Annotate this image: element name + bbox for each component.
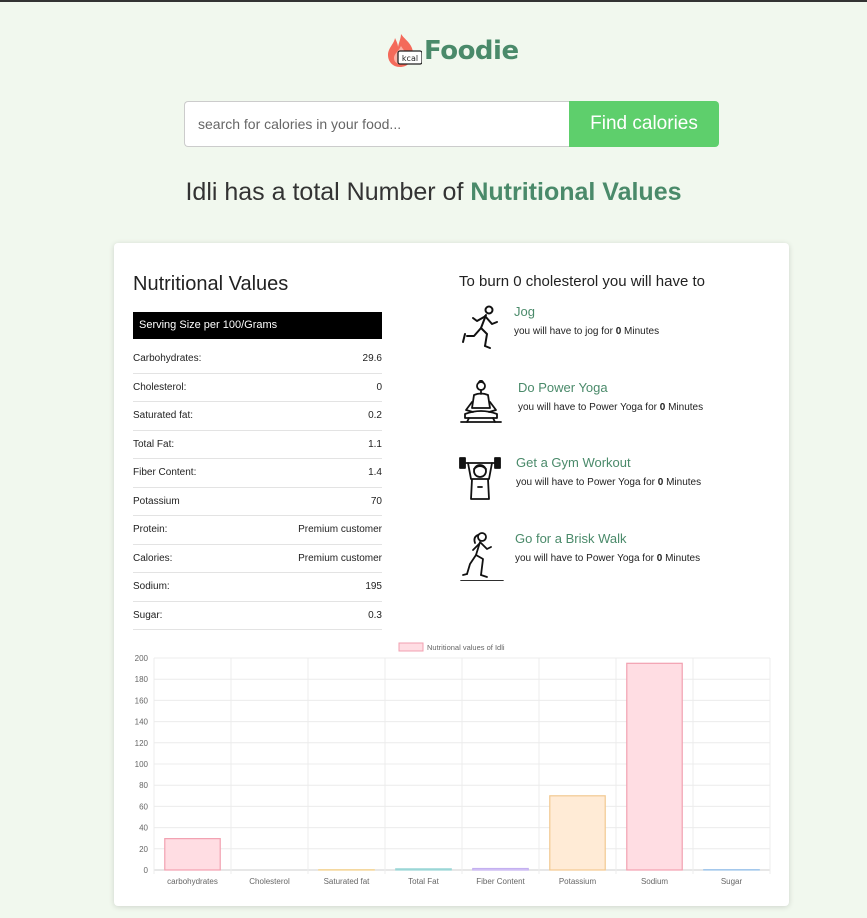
y-tick-label: 160 [135,696,149,705]
y-tick-label: 80 [139,781,148,790]
y-tick-label: 60 [139,802,148,811]
brand-name: Foodie [424,36,519,66]
search-bar: Find calories [184,101,719,147]
nutrition-bar-chart: Nutritional values of Idli 0 20 40 60 80 100 12… [135,642,771,886]
x-tick-label: Sodium [641,877,668,886]
x-tick-label: Potassium [559,877,597,886]
y-tick-label: 0 [144,866,149,875]
x-tick-label: Sugar [721,877,743,886]
nutrition-card: Nutritional Values Serving Size per 100/… [114,243,789,906]
chart-bar [472,867,529,871]
y-tick-label: 180 [135,675,149,684]
page-title: Idli has a total Number of Nutritional V… [0,178,867,207]
y-tick-label: 20 [139,845,148,854]
flame-icon: kcal [388,34,422,67]
y-tick-label: 120 [135,739,149,748]
y-tick-label: 40 [139,824,148,833]
legend-swatch [398,642,424,652]
legend-label: Nutritional values of Idli [427,643,505,652]
x-tick-label: Cholesterol [249,877,290,886]
y-tick-label: 200 [135,654,149,663]
chart-bar [549,795,606,871]
x-tick-label: carbohydrates [167,877,218,886]
chart-legend: Nutritional values of Idli [398,642,505,652]
x-tick-label: Fiber Content [476,877,525,886]
headline-highlight: Nutritional Values [470,178,682,206]
y-tick-label: 140 [135,718,149,727]
x-tick-label: Saturated fat [324,877,371,886]
x-tick-label: Total Fat [408,877,439,886]
chart-bar [395,868,452,871]
brand-logo[interactable]: kcal Foodie [386,32,519,70]
find-calories-button[interactable]: Find calories [569,101,719,147]
kcal-badge: kcal [402,54,418,63]
chart-bar [164,838,221,871]
chart-bar [626,662,683,871]
headline-prefix: Idli has a total Number of [185,178,471,206]
y-tick-label: 100 [135,760,149,769]
search-input[interactable] [184,101,569,147]
